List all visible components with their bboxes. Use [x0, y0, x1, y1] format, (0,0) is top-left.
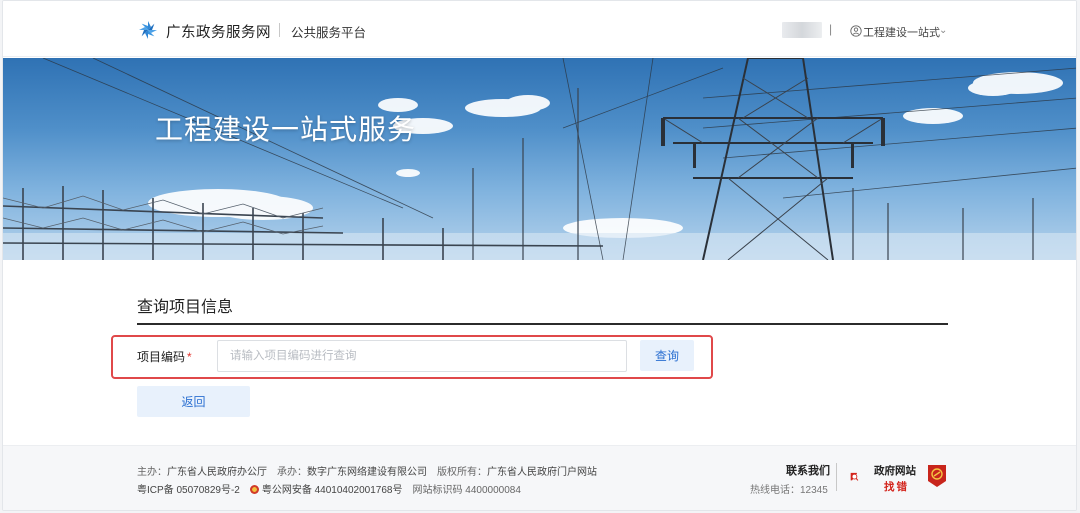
- top-header: 广东政务服务网 公共服务平台 | 工程建设一站式 ⌄: [3, 1, 1076, 57]
- footer-line-2: 粤ICP备 05070829号-2 粤公网安备 44010402001768号 网站…: [137, 481, 521, 496]
- icp-link[interactable]: 粤ICP备 05070829号-2: [137, 485, 240, 496]
- section-title: 查询项目信息: [137, 299, 234, 316]
- header-separator: |: [829, 22, 833, 36]
- user-menu-label[interactable]: 工程建设一站式: [863, 24, 940, 40]
- header-divider: [279, 23, 280, 37]
- police-emblem-icon: [249, 485, 259, 494]
- section-underline: [137, 323, 948, 325]
- page-footer: [3, 445, 1076, 510]
- hotline-text: 热线电话：12345: [750, 485, 828, 496]
- copyright-label: 版权所有：: [437, 467, 487, 478]
- power-tower-illustration: [3, 58, 1076, 260]
- project-code-input[interactable]: [217, 340, 627, 372]
- required-mark: *: [187, 350, 192, 364]
- site-code: 网站标识码 4400000084: [412, 485, 521, 496]
- gov-site-error-label[interactable]: 政府网站: [874, 463, 916, 478]
- organizer-label: 承办：: [277, 467, 307, 478]
- magnifier-gov-icon[interactable]: [850, 461, 874, 493]
- police-link[interactable]: 粤公网安备 44010402001768号: [262, 485, 403, 496]
- banner-title: 工程建设一站式服务: [155, 114, 417, 145]
- query-button[interactable]: 查询: [640, 340, 694, 371]
- guangdong-logo-icon[interactable]: [137, 19, 159, 41]
- back-button[interactable]: 返回: [137, 386, 250, 417]
- host-link[interactable]: 广东省人民政府办公厅: [167, 467, 267, 478]
- hero-banner: 工程建设一站式服务: [3, 58, 1076, 260]
- host-label: 主办：: [137, 467, 167, 478]
- site-name[interactable]: 广东政务服务网: [166, 21, 271, 42]
- platform-name: 公共服务平台: [291, 26, 367, 40]
- copyright-link[interactable]: 广东省人民政府门户网站: [487, 467, 597, 478]
- find-error-label[interactable]: 找错: [884, 479, 909, 494]
- party-emblem-icon[interactable]: [926, 463, 948, 489]
- blurred-username[interactable]: [782, 22, 822, 38]
- contact-us-link[interactable]: 联系我们: [786, 462, 830, 478]
- footer-line-1: 主办：广东省人民政府办公厅 承办：数字广东网络建设有限公司 版权所有：广东省人民政府…: [137, 463, 597, 478]
- project-code-label: 项目编码 *: [137, 348, 192, 365]
- page-frame: 广东政务服务网 公共服务平台 | 工程建设一站式 ⌄ 工程建设一站式服务 查询项…: [2, 0, 1077, 511]
- project-code-label-text: 项目编码: [137, 350, 186, 364]
- user-circle-icon[interactable]: [850, 25, 862, 37]
- footer-divider: [836, 463, 837, 491]
- chevron-down-icon[interactable]: ⌄: [939, 25, 947, 36]
- organizer-link[interactable]: 数字广东网络建设有限公司: [307, 467, 427, 478]
